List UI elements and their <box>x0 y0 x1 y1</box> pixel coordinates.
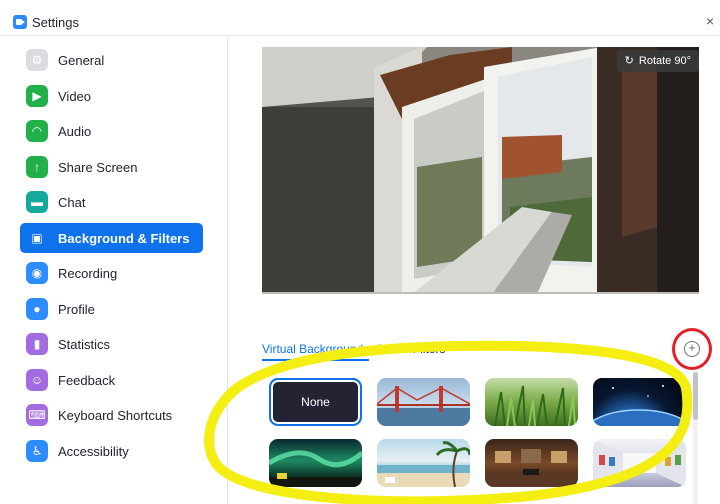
grass-image <box>494 385 576 426</box>
background-earth[interactable] <box>593 378 686 426</box>
sidebar-item-accessibility[interactable]: ♿ Accessibility <box>20 436 203 466</box>
headphones-icon: ◠ <box>26 120 48 142</box>
sidebar-item-chat[interactable]: ▬ Chat <box>20 187 203 217</box>
title-bar: Settings × <box>0 0 720 36</box>
sidebar-item-label: General <box>58 53 105 68</box>
share-screen-icon: ↑ <box>26 156 48 178</box>
background-beach[interactable] <box>377 439 470 487</box>
sidebar-item-profile[interactable]: ● Profile <box>20 294 203 324</box>
settings-sidebar: ⚙ General ▶ Video ◠ Audio ↑ Share Screen… <box>0 37 228 504</box>
golden-gate-image <box>377 386 470 426</box>
earth-image <box>593 385 686 426</box>
chat-icon: ▬ <box>26 191 48 213</box>
zoom-app-icon <box>13 15 27 29</box>
close-button[interactable]: × <box>706 13 720 29</box>
keyboard-icon: ⌨ <box>26 404 48 426</box>
sidebar-item-label: Audio <box>58 124 92 139</box>
background-aurora[interactable] <box>269 439 362 487</box>
sidebar-item-background-filters[interactable]: ▣ Background & Filters <box>20 223 203 253</box>
sidebar-item-label: Statistics <box>58 337 111 352</box>
aurora-image <box>269 450 362 487</box>
background-grass[interactable] <box>485 378 578 426</box>
sidebar-item-label: Chat <box>58 195 86 210</box>
sidebar-item-label: Feedback <box>58 373 116 388</box>
rotate-button[interactable]: ↻ Rotate 90° <box>616 50 699 72</box>
gallery-image <box>485 449 578 487</box>
profile-icon: ● <box>26 298 48 320</box>
sidebar-item-label: Share Screen <box>58 160 138 175</box>
background-golden-gate[interactable] <box>377 378 470 426</box>
sidebar-item-video[interactable]: ▶ Video <box>20 81 203 111</box>
gear-icon: ⚙ <box>26 49 48 71</box>
camera-preview-image <box>262 47 699 294</box>
recording-icon: ◉ <box>26 262 48 284</box>
sidebar-item-audio[interactable]: ◠ Audio <box>20 116 203 146</box>
video-icon: ▶ <box>26 85 48 107</box>
sidebar-item-label: Profile <box>58 302 95 317</box>
tab-virtual-backgrounds[interactable]: Virtual Backgrounds <box>262 342 370 361</box>
accessibility-icon: ♿ <box>26 440 48 462</box>
sidebar-item-share-screen[interactable]: ↑ Share Screen <box>20 152 203 182</box>
tab-video-filters[interactable]: Video Filters <box>379 342 445 356</box>
scrollbar-thumb[interactable] <box>693 372 698 420</box>
background-gallery[interactable] <box>485 439 578 487</box>
feedback-icon: ☺ <box>26 369 48 391</box>
sidebar-item-recording[interactable]: ◉ Recording <box>20 258 203 288</box>
sidebar-item-feedback[interactable]: ☺ Feedback <box>20 365 203 395</box>
sidebar-item-label: Video <box>58 89 92 104</box>
add-image-button[interactable]: + <box>684 341 700 357</box>
hall-image <box>593 439 686 487</box>
sidebar-item-label: Keyboard Shortcuts <box>58 408 173 423</box>
sidebar-item-label: Background & Filters <box>58 231 190 246</box>
background-icon: ▣ <box>31 231 43 245</box>
statistics-icon: ▮ <box>26 333 48 355</box>
beach-image <box>377 441 470 487</box>
background-none[interactable]: None <box>269 378 362 426</box>
sidebar-item-general[interactable]: ⚙ General <box>20 45 203 75</box>
sidebar-item-keyboard-shortcuts[interactable]: ⌨ Keyboard Shortcuts <box>20 400 203 430</box>
rotate-label: Rotate 90° <box>638 55 691 67</box>
sidebar-item-statistics[interactable]: ▮ Statistics <box>20 329 203 359</box>
camera-preview: ↻ Rotate 90° <box>262 47 699 294</box>
rotate-icon: ↻ <box>624 55 634 67</box>
sidebar-item-label: Accessibility <box>58 444 129 459</box>
window-title: Settings <box>32 15 79 30</box>
sidebar-item-label: Recording <box>58 266 118 281</box>
background-hall[interactable] <box>593 439 686 487</box>
